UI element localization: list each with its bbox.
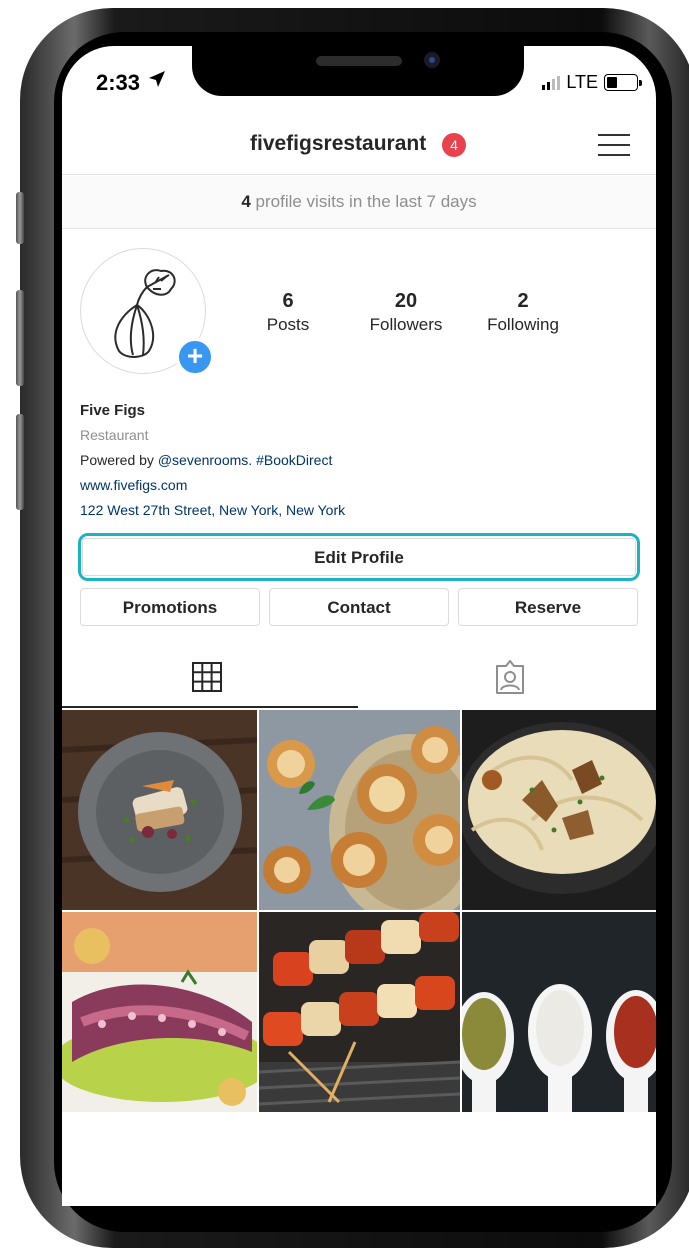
following-count: 2 [517,290,529,312]
menu-icon[interactable] [598,132,630,158]
status-time: 2:33 [96,70,141,95]
post-thumbnail[interactable] [62,912,257,1112]
profile-category: Restaurant [80,427,149,443]
powered-by-line: Powered by @sevenrooms. #BookDirect [80,448,345,473]
side-button-volume-up [16,290,24,386]
followers-count: 20 [394,290,418,312]
edit-profile-button[interactable]: Edit Profile [82,538,636,576]
visits-count: 4 [241,192,251,211]
side-button-mute [16,192,24,244]
posts-count: 6 [282,290,294,312]
profile-name: Five Figs [80,402,146,419]
stat-followers[interactable]: 20 Followers [358,290,454,335]
profile-visits-banner[interactable]: 4 profile visits in the last 7 days [62,176,656,229]
posts-label: Posts [266,315,310,334]
reserve-button[interactable]: Reserve [458,588,638,626]
side-button-volume-down [16,414,24,510]
followers-label: Followers [369,315,443,334]
status-right: LTE [542,72,642,93]
tagged-icon[interactable] [494,660,526,694]
powered-prefix: Powered by [80,452,158,468]
network-label: LTE [566,72,598,92]
sevenrooms-link[interactable]: @sevenrooms. #BookDirect [158,452,333,468]
profile-username[interactable]: fivefigsrestaurant [250,132,426,156]
plus-icon[interactable]: + [176,338,214,376]
profile-tabs [62,646,656,708]
profile-header: fivefigsrestaurant 4 [62,124,656,175]
following-label: Following [487,315,559,334]
active-tab-indicator [62,706,358,708]
post-thumbnail[interactable] [462,912,656,1112]
profile-bio: Five Figs Restaurant Powered by @sevenro… [80,398,345,523]
address-link[interactable]: 122 West 27th Street, New York, New York [80,498,345,523]
post-thumbnail[interactable] [259,912,460,1112]
grid-icon[interactable] [192,662,222,692]
notch [192,46,524,96]
camera [424,52,440,68]
visits-text: profile visits in the last 7 days [250,192,477,211]
stat-following[interactable]: 2 Following [476,290,570,335]
signal-icon [542,75,561,90]
post-thumbnail[interactable] [259,710,460,910]
contact-button[interactable]: Contact [269,588,449,626]
stat-posts[interactable]: 6 Posts [258,290,318,335]
post-thumbnail[interactable] [62,710,257,910]
post-thumbnail[interactable] [462,710,656,910]
app-screen: 2:33 LTE fivefigsrestaurant 4 4 profile … [62,46,656,1206]
posts-grid [62,710,656,1112]
battery-icon [604,74,642,91]
speaker [316,56,402,66]
notification-badge[interactable]: 4 [442,133,466,157]
promotions-button[interactable]: Promotions [80,588,260,626]
location-arrow-icon [148,70,166,94]
website-link[interactable]: www.fivefigs.com [80,473,345,498]
